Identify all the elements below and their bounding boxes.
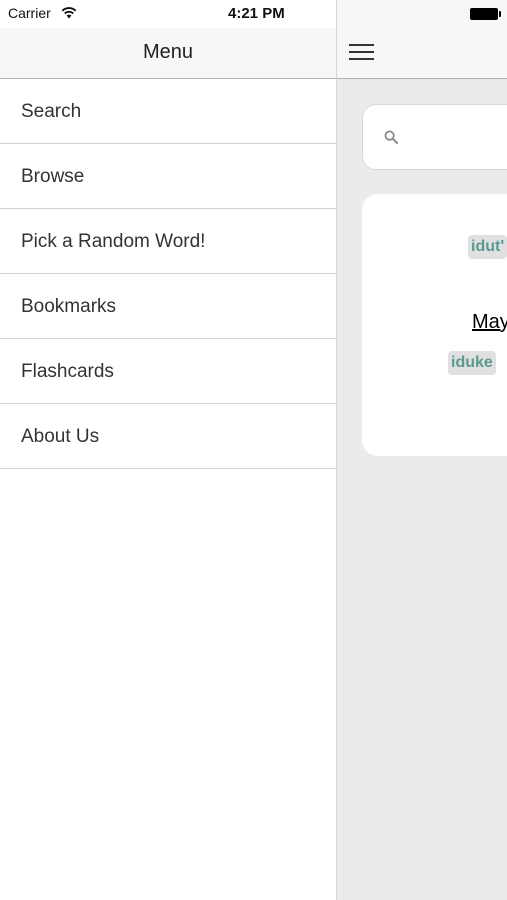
word-tag: iduke [448,351,496,375]
menu-list: Search Browse Pick a Random Word! Bookma… [0,79,336,469]
main-content: idut' May iduke [337,0,507,900]
menu-item-label: Bookmarks [21,296,117,317]
status-bar: Carrier 4:21 PM [0,0,336,28]
menu-item-flashcards[interactable]: Flashcards [0,339,336,404]
content-status-bar [337,0,507,28]
menu-item-random-word[interactable]: Pick a Random Word! [0,209,336,274]
menu-item-label: Pick a Random Word! [21,231,206,252]
search-icon [384,130,398,144]
app-screen: Carrier 4:21 PM Menu Search Browse Pick … [0,0,507,900]
menu-item-label: Flashcards [21,361,114,382]
search-input[interactable] [411,121,507,155]
menu-item-label: Search [21,101,82,122]
content-nav-bar [337,28,507,79]
battery-icon [470,8,501,20]
status-time: 4:21 PM [228,5,285,22]
hamburger-icon[interactable] [349,42,375,64]
search-bar[interactable] [362,104,507,170]
menu-item-search[interactable]: Search [0,79,336,144]
carrier-label: Carrier [8,5,51,21]
side-menu: Carrier 4:21 PM Menu Search Browse Pick … [0,0,337,900]
menu-item-label: Browse [21,166,85,187]
wifi-icon [61,7,77,19]
menu-item-browse[interactable]: Browse [0,144,336,209]
word-link[interactable]: May [472,311,507,334]
word-card: idut' May iduke [362,194,507,456]
menu-item-about-us[interactable]: About Us [0,404,336,469]
menu-header: Menu [0,28,336,79]
menu-item-label: About Us [21,426,100,447]
menu-title: Menu [142,41,194,63]
word-tag: idut' [468,235,507,259]
menu-item-bookmarks[interactable]: Bookmarks [0,274,336,339]
